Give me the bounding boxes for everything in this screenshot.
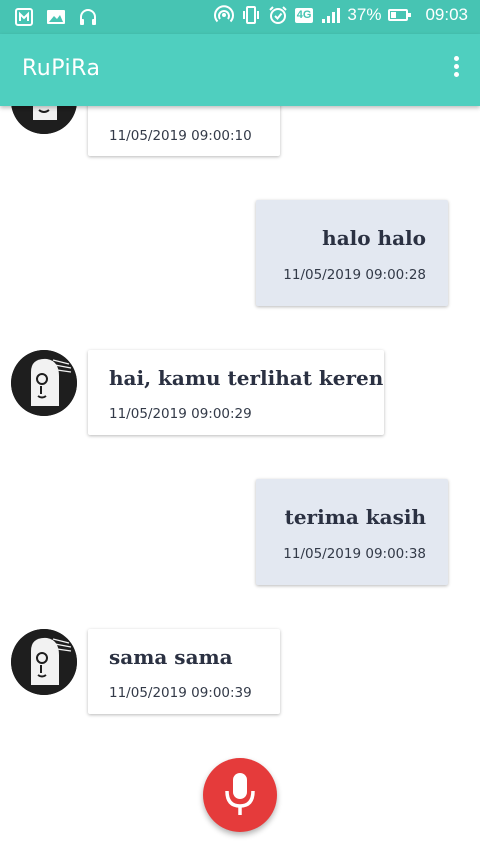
system-icons: 4G 37% 09:03 bbox=[213, 5, 468, 25]
battery-icon bbox=[388, 9, 412, 21]
signal-icon bbox=[322, 8, 341, 23]
network-type-badge: 4G bbox=[294, 7, 314, 23]
message-text: hai, kamu terlihat keren bbox=[109, 366, 384, 390]
message-timestamp: 11/05/2019 09:00:10 bbox=[109, 128, 252, 144]
alarm-icon bbox=[269, 6, 287, 24]
avatar-face-icon bbox=[11, 106, 77, 134]
notification-icons bbox=[14, 7, 98, 27]
message-bubble bbox=[88, 629, 280, 714]
microphone-icon bbox=[225, 773, 255, 815]
battery-percent: 37% bbox=[347, 5, 382, 24]
bot-avatar bbox=[11, 629, 77, 695]
message-timestamp: 11/05/2019 09:00:38 bbox=[283, 546, 426, 562]
image-icon bbox=[47, 10, 65, 24]
status-bar: 4G 37% 09:03 bbox=[0, 0, 480, 34]
clock: 09:03 bbox=[425, 5, 468, 24]
app-title: RuPiRa bbox=[22, 56, 101, 81]
app-bar: RuPiRa bbox=[0, 34, 480, 106]
message-text: sama sama bbox=[109, 645, 233, 669]
avatar-face-icon bbox=[11, 629, 77, 695]
nfc-icon bbox=[15, 8, 33, 26]
message-bubble bbox=[256, 479, 448, 585]
chat-list[interactable]: 11/05/2019 09:00:10 halo halo 11/05/2019… bbox=[0, 106, 480, 853]
more-vert-icon bbox=[453, 56, 459, 61]
avatar-face-icon bbox=[11, 350, 77, 416]
bot-avatar bbox=[11, 350, 77, 416]
message-bubble bbox=[88, 350, 384, 435]
message-text: terima kasih bbox=[284, 505, 426, 529]
hotspot-icon bbox=[213, 5, 234, 23]
headset-icon bbox=[80, 9, 96, 25]
mic-button[interactable] bbox=[203, 758, 277, 832]
vibrate-icon bbox=[242, 6, 259, 24]
message-timestamp: 11/05/2019 09:00:39 bbox=[109, 685, 252, 701]
bot-avatar bbox=[11, 106, 77, 134]
message-timestamp: 11/05/2019 09:00:29 bbox=[109, 406, 252, 422]
message-bubble bbox=[256, 200, 448, 306]
more-options-button[interactable] bbox=[450, 56, 462, 84]
message-text: halo halo bbox=[322, 226, 426, 250]
message-timestamp: 11/05/2019 09:00:28 bbox=[283, 267, 426, 283]
